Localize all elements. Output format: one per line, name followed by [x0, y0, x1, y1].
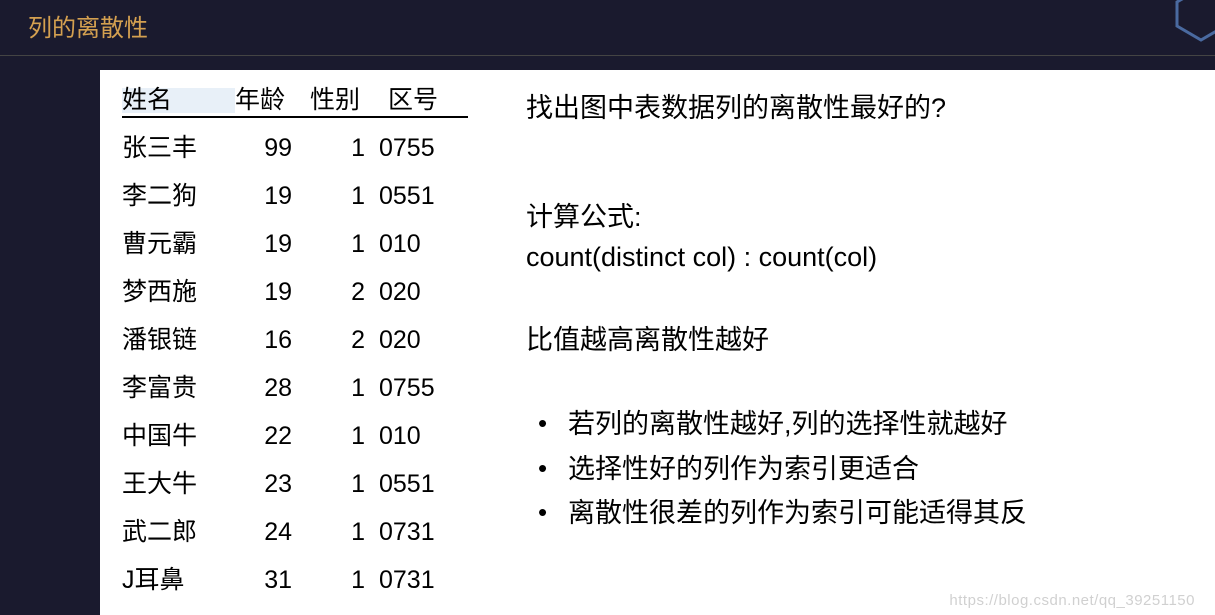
formula-text: count(distinct col) : count(col): [526, 237, 1027, 278]
cell-age: 23: [235, 472, 310, 497]
cell-area: 020: [375, 328, 467, 353]
cell-name: 王大牛: [122, 472, 235, 497]
cell-name: 潘银链: [122, 328, 235, 353]
cell-name: 李二狗: [122, 184, 235, 209]
list-item: 选择性好的列作为索引更适合: [526, 447, 1027, 492]
cell-age: 19: [235, 232, 310, 257]
table-header-row: 姓名 年龄 性别 区号: [122, 88, 468, 118]
table-row: 中国牛 22 1 010: [122, 412, 468, 460]
cell-name: 武二郎: [122, 520, 235, 545]
cell-sex: 1: [310, 232, 375, 257]
formula-label: 计算公式:: [526, 197, 1027, 238]
cell-sex: 1: [310, 568, 375, 593]
cell-area: 0551: [375, 472, 467, 497]
list-item: 若列的离散性越好,列的选择性就越好: [526, 402, 1027, 447]
table-row: 李二狗 19 1 0551: [122, 172, 468, 220]
bullet-list: 若列的离散性越好,列的选择性就越好 选择性好的列作为索引更适合 离散性很差的列作…: [526, 402, 1027, 536]
table-row: 张三丰 99 1 0755: [122, 124, 468, 172]
table-row: 梦西施 19 2 020: [122, 268, 468, 316]
cell-sex: 1: [310, 376, 375, 401]
question-text: 找出图中表数据列的离散性最好的?: [526, 88, 1027, 129]
cell-area: 010: [375, 232, 467, 257]
ratio-line: 比值越高离散性越好: [526, 320, 1027, 361]
cell-name: 张三丰: [122, 136, 235, 161]
slide-header: 列的离散性: [0, 0, 1215, 56]
col-header-age: 年龄: [235, 88, 310, 113]
cell-area: 0755: [375, 376, 467, 401]
explanation-panel: 找出图中表数据列的离散性最好的? 计算公式: count(distinct co…: [526, 88, 1027, 604]
table-row: 曹元霸 19 1 010: [122, 220, 468, 268]
table-row: 王大牛 23 1 0551: [122, 460, 468, 508]
cell-age: 31: [235, 568, 310, 593]
col-header-sex: 性别: [310, 88, 388, 113]
content-panel: 姓名 年龄 性别 区号 张三丰 99 1 0755 李二狗 19 1 0551 …: [100, 70, 1215, 615]
table-row: J耳鼻 31 1 0731: [122, 556, 468, 604]
watermark-text: https://blog.csdn.net/qq_39251150: [949, 592, 1195, 609]
cell-name: J耳鼻: [122, 568, 235, 593]
cell-sex: 1: [310, 424, 375, 449]
col-header-area: 区号: [388, 88, 468, 113]
cell-sex: 2: [310, 328, 375, 353]
slide-title: 列的离散性: [28, 8, 1187, 43]
cell-age: 28: [235, 376, 310, 401]
cell-age: 99: [235, 136, 310, 161]
cell-name: 梦西施: [122, 280, 235, 305]
cell-sex: 1: [310, 136, 375, 161]
cell-age: 24: [235, 520, 310, 545]
cell-age: 16: [235, 328, 310, 353]
cell-area: 0731: [375, 520, 467, 545]
col-header-name: 姓名: [122, 88, 235, 113]
cell-area: 0755: [375, 136, 467, 161]
cell-name: 曹元霸: [122, 232, 235, 257]
table-row: 潘银链 16 2 020: [122, 316, 468, 364]
data-table: 姓名 年龄 性别 区号 张三丰 99 1 0755 李二狗 19 1 0551 …: [122, 88, 468, 604]
cell-area: 0551: [375, 184, 467, 209]
cell-age: 19: [235, 280, 310, 305]
cell-area: 010: [375, 424, 467, 449]
cell-name: 李富贵: [122, 376, 235, 401]
table-row: 武二郎 24 1 0731: [122, 508, 468, 556]
cell-sex: 1: [310, 520, 375, 545]
cell-sex: 1: [310, 472, 375, 497]
list-item: 离散性很差的列作为索引可能适得其反: [526, 491, 1027, 536]
cell-age: 22: [235, 424, 310, 449]
table-row: 李富贵 28 1 0755: [122, 364, 468, 412]
corner-logo-icon: [1165, 0, 1215, 50]
cell-area: 0731: [375, 568, 467, 593]
cell-area: 020: [375, 280, 467, 305]
cell-name: 中国牛: [122, 424, 235, 449]
cell-sex: 2: [310, 280, 375, 305]
cell-sex: 1: [310, 184, 375, 209]
cell-age: 19: [235, 184, 310, 209]
